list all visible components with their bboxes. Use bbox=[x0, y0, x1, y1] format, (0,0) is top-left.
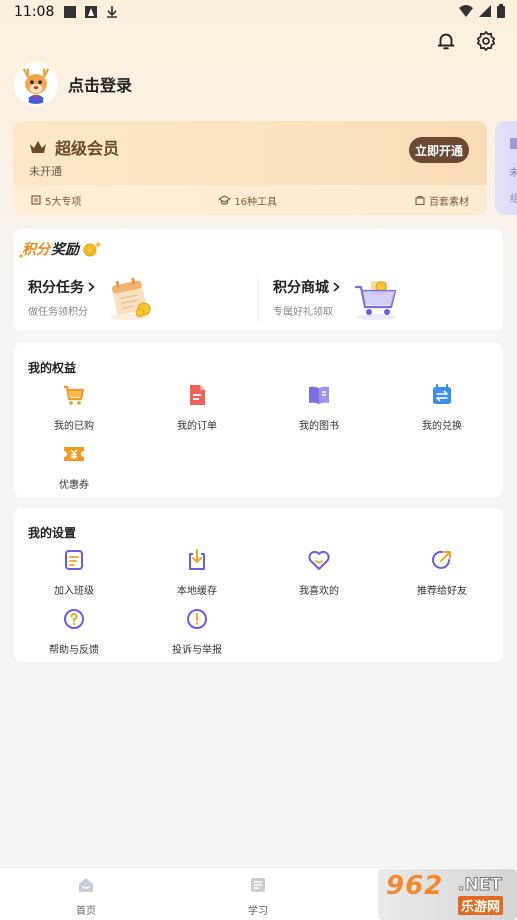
benefits-card: 我的权益 我的已购 我的订单 我的图书 我的兑换 优惠券 bbox=[14, 343, 503, 497]
setting-label: 我喜欢的 bbox=[299, 586, 339, 597]
benefit-orders[interactable]: 我的订单 bbox=[152, 383, 242, 432]
peek-card-icon bbox=[510, 138, 517, 149]
watermark-sub: 乐游网 bbox=[458, 896, 504, 915]
home-icon bbox=[79, 878, 93, 892]
nav-home-label: 首页 bbox=[76, 906, 96, 917]
gold-coin-icon bbox=[83, 241, 102, 257]
watermark-net: .NET bbox=[458, 875, 503, 896]
deer-mascot-icon bbox=[16, 64, 56, 104]
class-icon bbox=[65, 550, 83, 570]
benefit-label: 我的图书 bbox=[299, 421, 339, 432]
benefit-books[interactable]: 我的图书 bbox=[274, 383, 364, 432]
order-icon bbox=[190, 385, 205, 405]
shopping-cart-illustration-icon bbox=[355, 281, 397, 320]
points-tasks[interactable]: 积分任务 做任务领积分 bbox=[28, 277, 95, 318]
setting-label: 本地缓存 bbox=[177, 586, 217, 597]
status-time: 11:08 bbox=[14, 4, 55, 20]
setting-join-class[interactable]: 加入班级 bbox=[29, 548, 119, 597]
report-icon bbox=[187, 609, 207, 629]
points-divider bbox=[258, 275, 259, 323]
book-icon bbox=[309, 386, 329, 404]
benefit-exchange[interactable]: 我的兑换 bbox=[397, 383, 487, 432]
benefit-purchased[interactable]: 我的已购 bbox=[29, 383, 119, 432]
battery-icon bbox=[497, 4, 505, 18]
graduation-cap-icon bbox=[219, 195, 231, 205]
peek-card-text-2: 组 bbox=[510, 194, 517, 205]
download-icon bbox=[189, 549, 205, 570]
points-title: 积分 奖励 bbox=[18, 239, 103, 259]
points-mall-subtitle: 专属好礼领取 bbox=[273, 307, 333, 318]
status-bar: 11:08 bbox=[0, 0, 517, 24]
points-mall[interactable]: 积分商城 专属好礼领取 bbox=[273, 277, 340, 318]
exchange-icon bbox=[433, 384, 451, 404]
settings-card: 我的设置 加入班级 本地缓存 我喜欢的 推荐给好友 帮助与反馈 投诉与举报 bbox=[14, 508, 503, 662]
benefit-label: 我的订单 bbox=[177, 421, 217, 432]
wifi-icon bbox=[459, 5, 473, 17]
setting-local-cache[interactable]: 本地缓存 bbox=[152, 548, 242, 597]
header-actions bbox=[435, 30, 497, 52]
benefit-coupons[interactable]: 优惠券 bbox=[29, 442, 119, 491]
vip-card[interactable]: 超级会员 未开通 立即开通 5大专项 16种工具 百套素材 bbox=[13, 121, 487, 215]
heart-icon bbox=[308, 550, 330, 570]
setting-recommend[interactable]: 推荐给好友 bbox=[397, 548, 487, 597]
setting-label: 加入班级 bbox=[54, 586, 94, 597]
benefit-label: 我的兑换 bbox=[422, 421, 462, 432]
setting-favorites[interactable]: 我喜欢的 bbox=[274, 548, 364, 597]
watermark-logo: 962 .NET 乐游网 bbox=[378, 869, 517, 920]
coupon-icon bbox=[64, 447, 84, 461]
vip-feature-materials: 百套素材 bbox=[415, 193, 469, 208]
chevron-right-icon bbox=[88, 282, 95, 292]
nav-study[interactable]: 学习 bbox=[228, 876, 288, 917]
points-mall-title[interactable]: 积分商城 bbox=[273, 277, 329, 297]
list-icon bbox=[31, 195, 41, 205]
bell-icon[interactable] bbox=[435, 30, 457, 52]
benefits-title: 我的权益 bbox=[28, 361, 77, 375]
setting-help[interactable]: 帮助与反馈 bbox=[29, 607, 119, 656]
sparkle-icon bbox=[18, 253, 24, 259]
gear-icon[interactable] bbox=[475, 30, 497, 52]
vip-feature-tools: 16种工具 bbox=[219, 193, 277, 208]
cart-icon bbox=[64, 385, 85, 405]
benefit-label: 优惠券 bbox=[59, 480, 89, 491]
points-card: 积分 奖励 积分任务 做任务领积分 积分商城 专属好礼领取 bbox=[14, 229, 503, 331]
crown-icon bbox=[30, 141, 46, 153]
share-icon bbox=[432, 550, 451, 569]
setting-label: 推荐给好友 bbox=[417, 586, 467, 597]
setting-label: 投诉与举报 bbox=[172, 645, 222, 656]
vip-features: 5大专项 16种工具 百套素材 bbox=[13, 185, 487, 215]
watermark-numbers: 962 bbox=[386, 871, 444, 901]
notification-square-icon bbox=[64, 6, 77, 18]
points-tasks-subtitle: 做任务领积分 bbox=[28, 307, 88, 318]
points-tasks-title[interactable]: 积分任务 bbox=[28, 277, 84, 297]
study-icon bbox=[251, 878, 265, 892]
help-icon bbox=[64, 609, 84, 629]
points-title-a: 积分 bbox=[22, 242, 50, 258]
benefit-label: 我的已购 bbox=[54, 421, 94, 432]
download-status-icon bbox=[107, 6, 118, 18]
vip-status: 未开通 bbox=[29, 165, 62, 178]
peek-card-text: 未 bbox=[509, 168, 517, 179]
avatar[interactable] bbox=[14, 62, 58, 106]
vip-title: 超级会员 bbox=[55, 139, 120, 158]
open-vip-button[interactable]: 立即开通 bbox=[409, 137, 469, 163]
nav-study-label: 学习 bbox=[248, 906, 268, 917]
bag-icon bbox=[415, 195, 425, 205]
nav-home[interactable]: 首页 bbox=[56, 876, 116, 917]
login-row[interactable]: 点击登录 bbox=[14, 62, 132, 106]
settings-title: 我的设置 bbox=[28, 526, 77, 540]
chevron-right-icon bbox=[333, 282, 340, 292]
signal-icon bbox=[479, 5, 491, 17]
notification-a-icon bbox=[85, 6, 98, 18]
login-text[interactable]: 点击登录 bbox=[68, 72, 132, 96]
setting-report[interactable]: 投诉与举报 bbox=[152, 607, 242, 656]
calendar-illustration-icon bbox=[110, 277, 151, 320]
vip-feature-specials: 5大专项 bbox=[31, 193, 81, 208]
points-title-b: 奖励 bbox=[51, 242, 79, 258]
setting-label: 帮助与反馈 bbox=[49, 645, 99, 656]
